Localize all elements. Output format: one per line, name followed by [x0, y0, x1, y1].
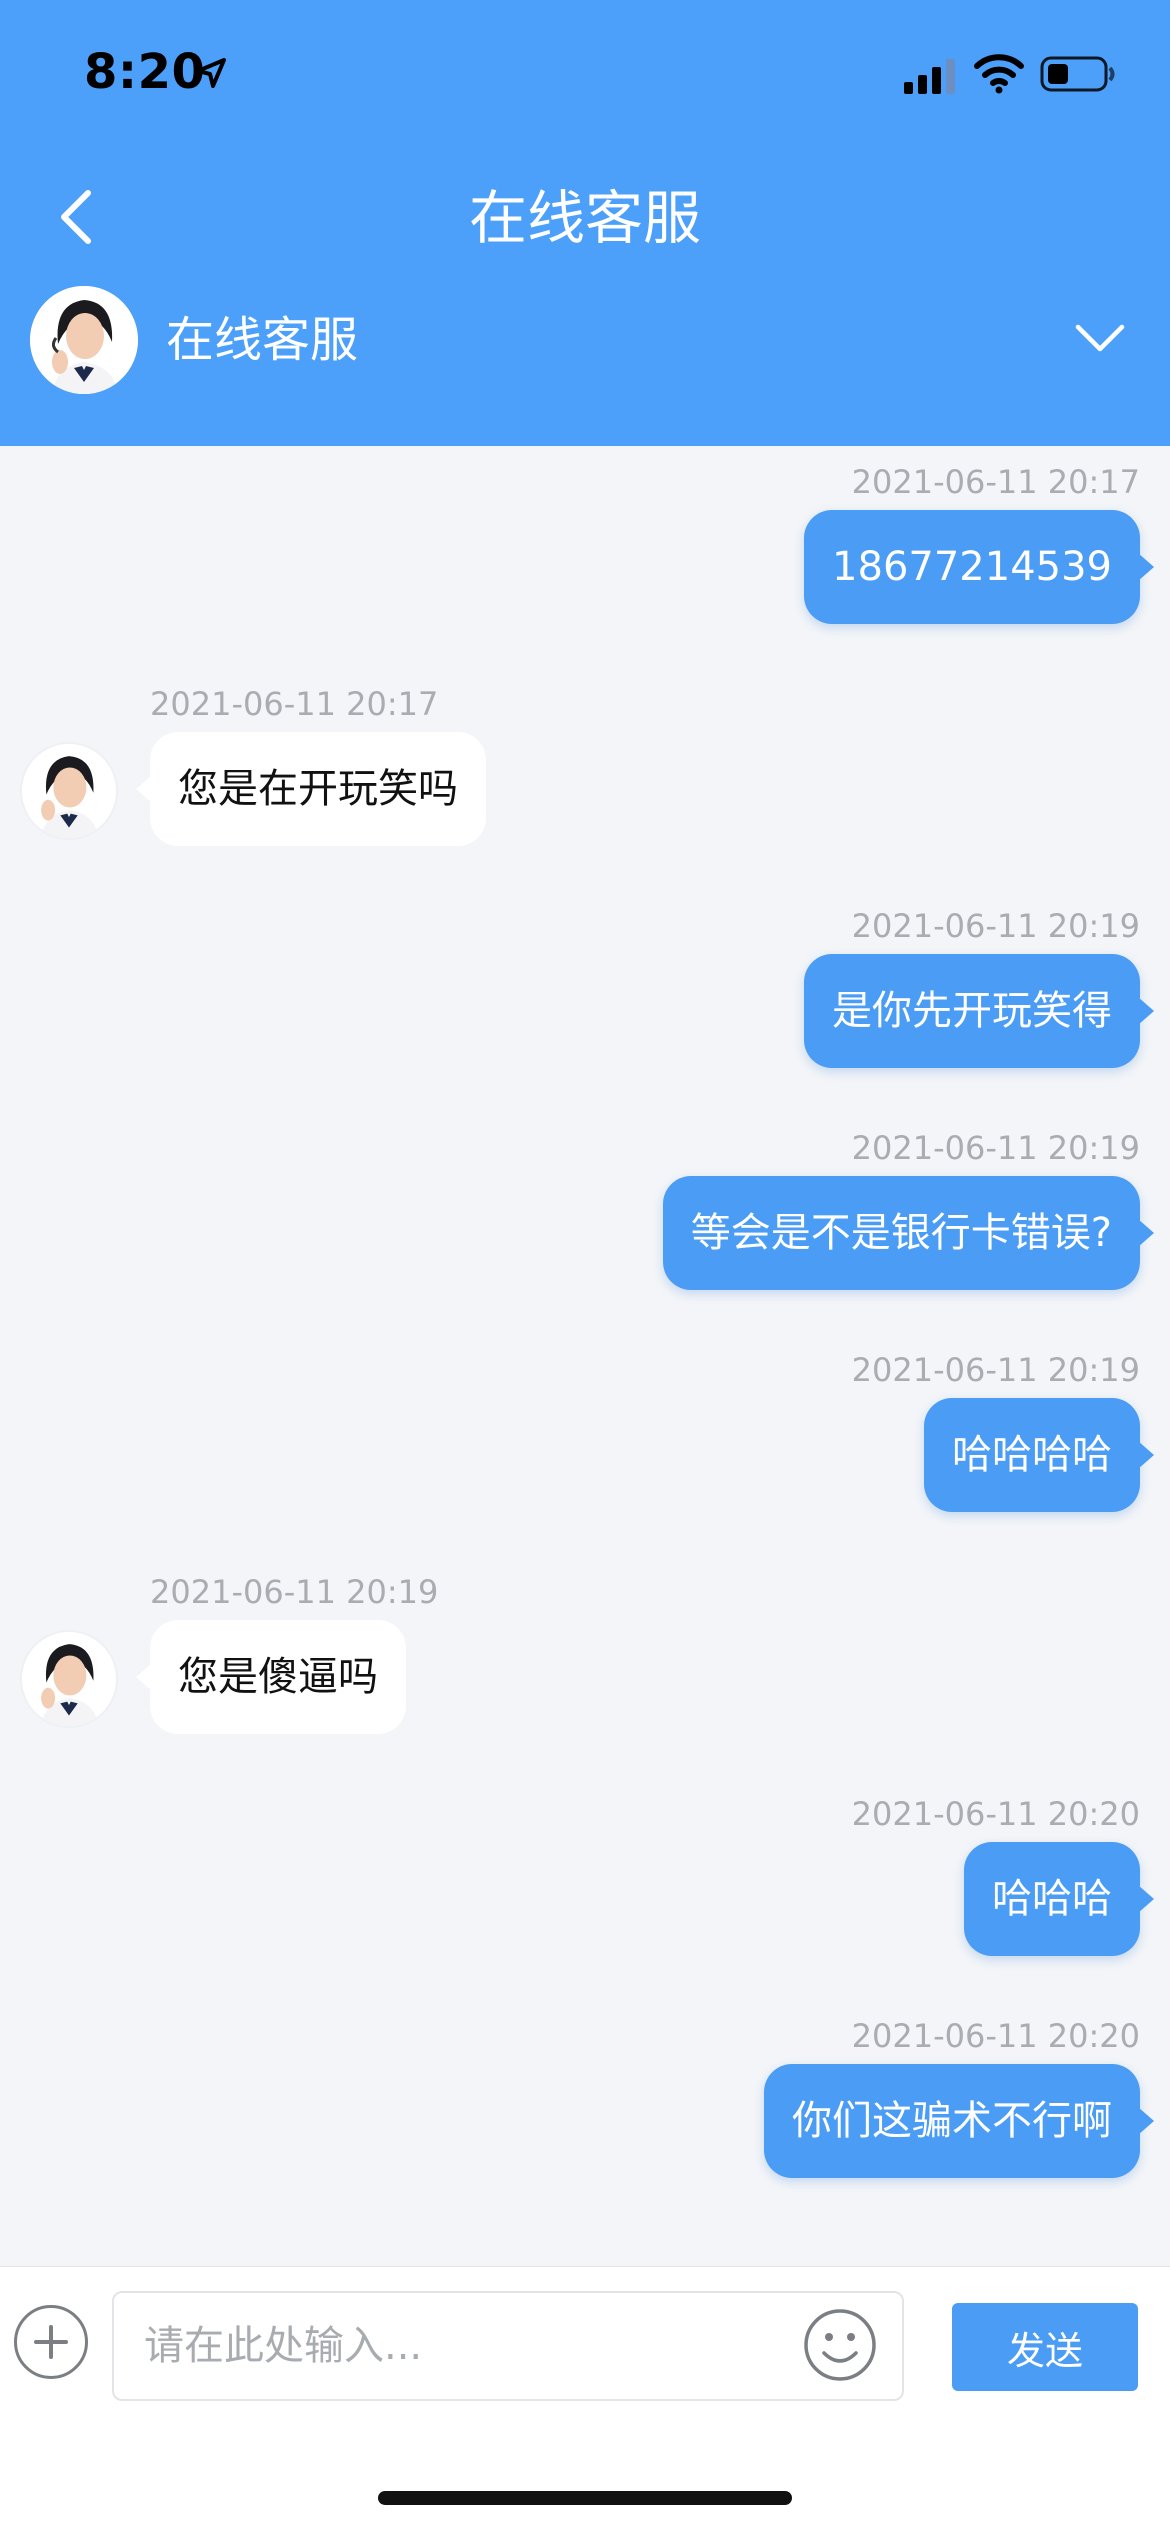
page-title: 在线客服 [468, 184, 701, 252]
message-timestamp: 2021-06-11 20:19 [851, 1129, 1140, 1167]
attach-button[interactable] [14, 2305, 88, 2379]
chevron-down-icon [1075, 324, 1125, 352]
message-timestamp: 2021-06-11 20:19 [150, 1573, 439, 1611]
home-indicator[interactable] [378, 2491, 792, 2505]
status-time: 8:20 [84, 44, 206, 100]
agent-info-row[interactable]: 在线客服 [0, 276, 1170, 446]
message-timestamp: 2021-06-11 20:19 [851, 907, 1140, 945]
agent-avatar [22, 744, 116, 838]
agent-name: 在线客服 [166, 312, 359, 368]
location-arrow-icon [196, 58, 226, 88]
wifi-icon [974, 54, 1024, 94]
collapse-button[interactable] [1060, 298, 1140, 378]
message-input-bar: 发送 [0, 2266, 1170, 2533]
incoming-message-bubble[interactable]: 您是在开玩笑吗 [136, 732, 486, 846]
outgoing-message-bubble[interactable]: 是你先开玩笑得 [804, 954, 1154, 1068]
message-timestamp: 2021-06-11 20:20 [851, 2017, 1140, 2055]
top-bar: 8:20 在线客服 在线客服 [0, 0, 1170, 446]
outgoing-message-bubble[interactable]: 等会是不是银行卡错误? [662, 1176, 1155, 1290]
outgoing-message-bubble[interactable]: 18677214539 [804, 510, 1154, 624]
smiley-face-icon [804, 2309, 876, 2381]
outgoing-message-bubble[interactable]: 哈哈哈 [964, 1842, 1154, 1956]
emoji-button[interactable] [802, 2307, 878, 2383]
plus-icon [34, 2325, 68, 2359]
battery-icon [1040, 56, 1115, 92]
message-input[interactable] [112, 2291, 904, 2401]
message-timestamp: 2021-06-11 20:19 [851, 1351, 1140, 1389]
agent-avatar [22, 1632, 116, 1726]
send-button[interactable]: 发送 [952, 2303, 1138, 2391]
outgoing-message-bubble[interactable]: 哈哈哈哈 [924, 1398, 1154, 1512]
message-timestamp: 2021-06-11 20:17 [851, 463, 1140, 501]
agent-avatar [30, 286, 138, 394]
outgoing-message-bubble[interactable]: 你们这骗术不行啊 [764, 2064, 1154, 2178]
cellular-signal-icon [904, 59, 955, 94]
message-timestamp: 2021-06-11 20:17 [150, 685, 439, 723]
incoming-message-bubble[interactable]: 您是傻逼吗 [136, 1620, 406, 1734]
message-timestamp: 2021-06-11 20:20 [851, 1795, 1140, 1833]
